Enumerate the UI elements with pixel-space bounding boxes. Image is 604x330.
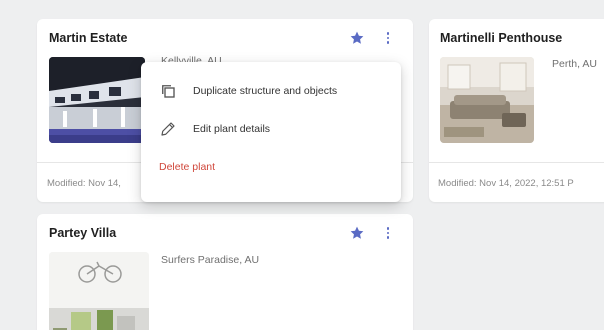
card-footer: Modified: Nov 14, 2022, 12:51 P <box>429 162 604 202</box>
modified-text: Modified: Nov 14, <box>47 178 121 189</box>
menu-item-duplicate[interactable]: Duplicate structure and objects <box>141 74 401 108</box>
menu-item-label: Delete plant <box>159 161 216 173</box>
card-title: Partey Villa <box>49 226 117 240</box>
modified-text: Modified: Nov 14, 2022, 12:51 P <box>438 178 574 189</box>
plant-thumbnail <box>440 57 534 143</box>
plants-grid: Martin Estate Kellyville, AU Modified: N… <box>0 0 604 330</box>
card-location: Perth, AU <box>552 58 597 70</box>
plant-card-partey-villa[interactable]: Partey Villa Surfers Paradise, AU <box>37 214 413 330</box>
star-icon[interactable] <box>349 225 365 241</box>
card-title: Martin Estate <box>49 31 128 45</box>
card-location: Surfers Paradise, AU <box>161 254 260 266</box>
star-icon[interactable] <box>349 30 365 46</box>
menu-item-label: Edit plant details <box>193 123 271 135</box>
card-title: Martinelli Penthouse <box>440 31 563 45</box>
plant-card-martinelli-penthouse[interactable]: Martinelli Penthouse Perth, AU Modified:… <box>429 19 604 202</box>
copy-icon <box>162 85 175 98</box>
plant-thumbnail <box>49 57 145 143</box>
plant-thumbnail <box>49 252 149 330</box>
more-options-icon[interactable] <box>383 30 393 46</box>
more-options-icon[interactable] <box>383 225 393 241</box>
pencil-icon <box>161 122 175 136</box>
menu-item-label: Duplicate structure and objects <box>193 85 338 97</box>
menu-item-edit[interactable]: Edit plant details <box>141 112 401 146</box>
plant-context-menu: Duplicate structure and objects Edit pla… <box>141 62 401 202</box>
menu-item-delete[interactable]: Delete plant <box>141 150 401 184</box>
